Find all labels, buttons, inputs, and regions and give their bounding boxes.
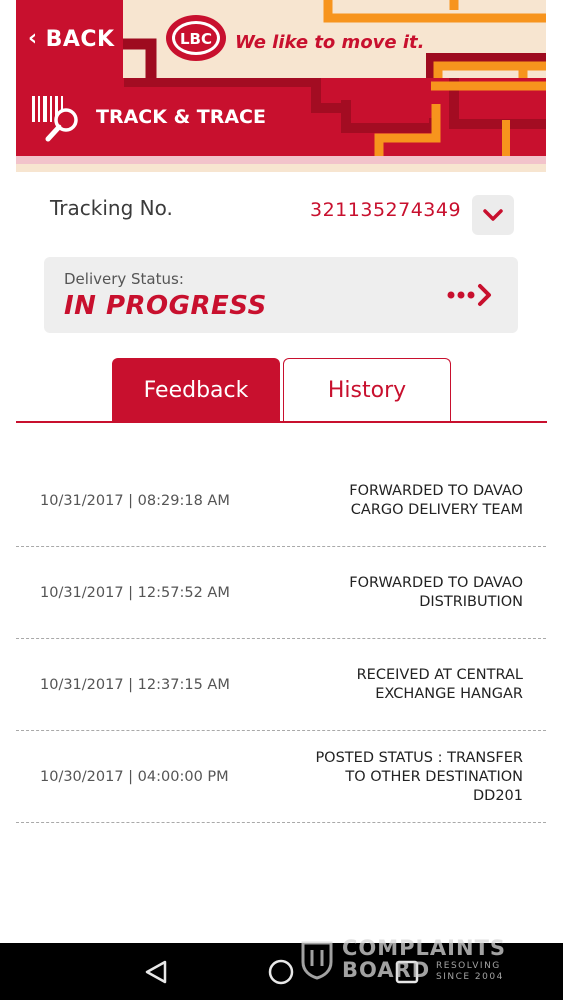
delivery-status-value: IN PROGRESS — [64, 291, 267, 321]
chevron-down-icon — [483, 209, 503, 221]
history-status: RECEIVED AT CENTRAL EXCHANGE HANGAR — [293, 639, 523, 731]
shield-icon — [301, 941, 333, 980]
history-status-line: CARGO DELIVERY TEAM — [350, 502, 523, 518]
history-datetime: 10/30/2017 | 04:00:00 PM — [40, 769, 229, 785]
history-status-line: FORWARDED TO DAVAO — [349, 575, 523, 591]
watermark: COMPLAINTS BOARD RESOLVING SINCE 2004 — [300, 936, 530, 986]
history-status-line: TO OTHER DESTINATION — [345, 768, 523, 785]
history-list: 10/31/2017 | 08:29:18 AM FORWARDED TO DA… — [16, 455, 546, 823]
app-header: ‹ BACK LBC We like to move it. TRACK & T… — [0, 0, 563, 175]
header-divider — [16, 156, 546, 164]
back-triangle-icon[interactable] — [141, 957, 171, 987]
tab-history[interactable]: History — [283, 358, 451, 422]
history-row: 10/31/2017 | 12:57:52 AM FORWARDED TO DA… — [16, 547, 546, 639]
chevron-left-icon: ‹ — [28, 26, 38, 51]
delivery-status-card[interactable]: Delivery Status: IN PROGRESS — [44, 257, 518, 333]
home-circle-icon[interactable] — [266, 957, 296, 987]
dots-chevron-right-icon — [447, 284, 491, 306]
header-banner: ‹ BACK LBC We like to move it. TRACK & T… — [16, 0, 546, 172]
svg-text:LBC: LBC — [180, 30, 212, 48]
delivery-status-label: Delivery Status: — [64, 270, 184, 288]
watermark-tag1: RESOLVING — [436, 961, 501, 971]
history-datetime: 10/31/2017 | 12:37:15 AM — [40, 677, 230, 693]
tracking-number-value: 321135274349 — [310, 199, 462, 221]
tabs-underline — [16, 421, 547, 423]
history-status-line: RECEIVED AT CENTRAL — [356, 667, 523, 683]
history-datetime: 10/31/2017 | 12:57:52 AM — [40, 585, 230, 601]
history-status: POSTED STATUS : TRANSFER TO OTHER DESTIN… — [293, 731, 523, 823]
history-status: FORWARDED TO DAVAO DISTRIBUTION — [293, 547, 523, 639]
back-button[interactable]: ‹ BACK — [16, 0, 123, 78]
tracking-dropdown-button[interactable] — [472, 195, 514, 235]
history-status-line: DISTRIBUTION — [419, 594, 523, 610]
page-title: TRACK & TRACE — [96, 106, 266, 128]
watermark-tag2: SINCE 2004 — [436, 972, 504, 982]
history-row: 10/30/2017 | 04:00:00 PM POSTED STATUS :… — [16, 731, 546, 823]
watermark-line1: COMPLAINTS — [342, 936, 507, 960]
barcode-magnifier-icon — [32, 96, 78, 142]
back-label: BACK — [45, 26, 115, 52]
history-row: 10/31/2017 | 08:29:18 AM FORWARDED TO DA… — [16, 455, 546, 547]
watermark-line2: BOARD — [342, 958, 431, 982]
history-status-line: FORWARDED TO DAVAO — [349, 483, 523, 499]
brand-tagline: We like to move it. — [235, 32, 425, 53]
history-status-line: DD201 — [472, 787, 523, 804]
history-status-line: EXCHANGE HANGAR — [375, 686, 523, 702]
history-datetime: 10/31/2017 | 08:29:18 AM — [40, 493, 230, 509]
tab-feedback[interactable]: Feedback — [112, 358, 280, 422]
history-status-line: POSTED STATUS : TRANSFER — [315, 749, 523, 766]
history-row: 10/31/2017 | 12:37:15 AM RECEIVED AT CEN… — [16, 639, 546, 731]
history-status: FORWARDED TO DAVAO CARGO DELIVERY TEAM — [293, 455, 523, 547]
tracking-number-label: Tracking No. — [50, 196, 173, 220]
lbc-logo: LBC — [166, 15, 226, 61]
